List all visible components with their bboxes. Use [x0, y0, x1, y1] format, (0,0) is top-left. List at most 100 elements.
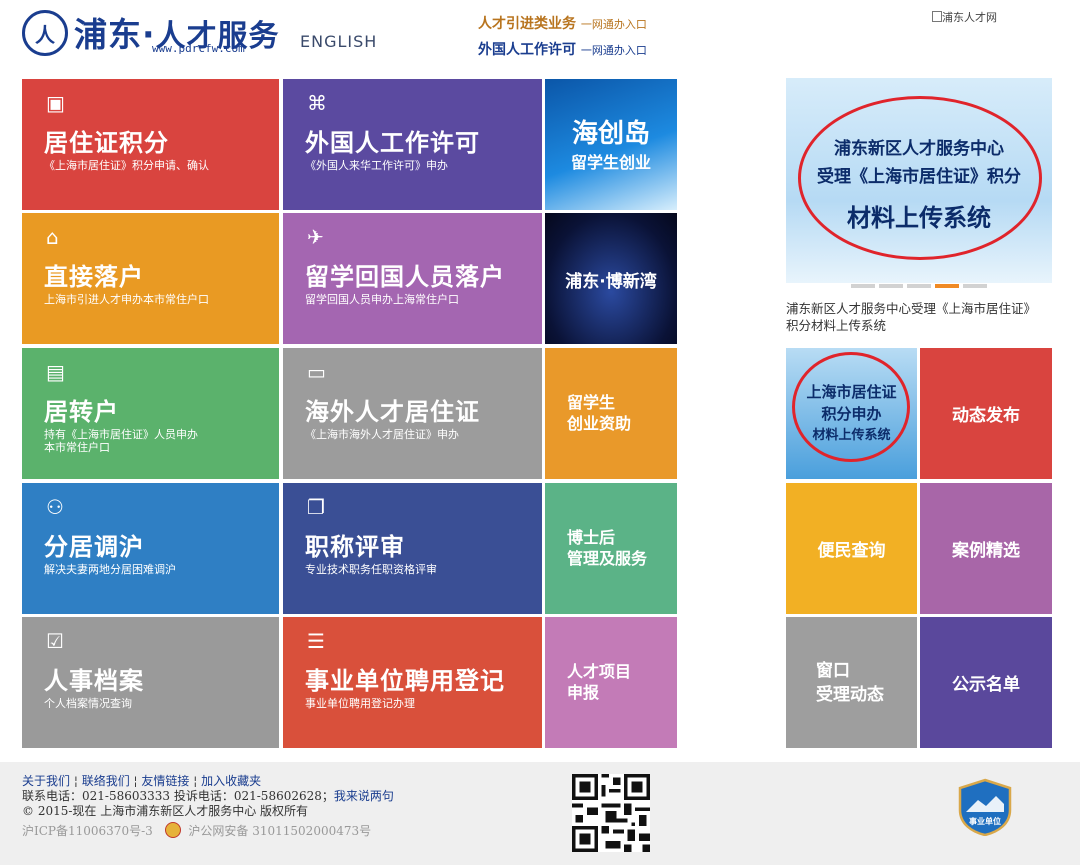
tile-publicity-list[interactable]: 公示名单	[920, 617, 1052, 748]
tile-direct-settlement[interactable]: ⌂ 直接落户 上海市引进人才申办本市常住户口	[22, 213, 279, 344]
footer-links: 关于我们 ¦ 联络我们 ¦ 友情链接 ¦ 加入收藏夹	[22, 774, 262, 788]
feedback-link[interactable]: 我来说两句	[334, 789, 394, 803]
tile-subtitle: 《外国人来华工作许可》申办	[305, 159, 448, 172]
tile-foreign-work-permit[interactable]: ⌘ 外国人工作许可 《外国人来华工作许可》申办	[283, 79, 542, 210]
slider-dot-active[interactable]	[935, 284, 959, 288]
home-icon: ⌂	[46, 225, 59, 249]
tile-subtitle: 个人档案情况查询	[44, 697, 132, 710]
tile-window-updates[interactable]: 窗口 受理动态	[786, 617, 917, 748]
logo-name: 浦东	[74, 15, 142, 54]
id-card-icon: ▣	[46, 91, 65, 115]
tile-subtitle: 事业单位聘用登记办理	[305, 697, 415, 710]
tile-label: 案例精选	[952, 541, 1020, 561]
footer-copyright: © 2015-现在 上海市浦东新区人才服务中心 版权所有	[22, 804, 309, 818]
slider-dot[interactable]	[879, 284, 903, 288]
tile-startup-funding[interactable]: 留学生 创业资助	[545, 348, 677, 479]
airplane-icon: ✈	[307, 225, 324, 249]
haichuangdao-subtitle: 留学生创业	[570, 153, 651, 172]
footer-phone: 联系电话：021-58603333 投诉电话：021-58602628；	[22, 789, 334, 803]
contact-link[interactable]: 联络我们	[82, 774, 130, 788]
police-badge-icon	[164, 822, 181, 838]
friend-links-link[interactable]: 友情链接	[141, 774, 189, 788]
tile-subtitle: 上海市引进人才申办本市常住户口	[44, 293, 209, 306]
tile-overseas-residence[interactable]: ▭ 海外人才居住证 《上海市海外人才居住证》申办	[283, 348, 542, 479]
upload-line1: 上海市居住证	[806, 382, 897, 401]
tile-institution-registration[interactable]: ☰ 事业单位聘用登记 事业单位聘用登记办理	[283, 617, 542, 748]
tile-personnel-archive[interactable]: ☑ 人事档案 个人档案情况查询	[22, 617, 279, 748]
badge-text: 事业单位	[969, 816, 1001, 826]
talent-intro-link[interactable]: 人才引进类业务 一网通办入口	[478, 13, 647, 33]
tile-upload-system[interactable]: 上海市居住证 积分申办 材料上传系统	[786, 348, 917, 479]
boxinwan-title: 浦东·博新湾	[565, 272, 657, 292]
tile-title: 留学回国人员落户	[305, 263, 505, 291]
footer-phone-row: 联系电话：021-58603333 投诉电话：021-58602628；我来说两…	[22, 789, 394, 804]
tile-title: 事业单位聘用登记	[305, 667, 505, 695]
tile-title: 人事档案	[44, 667, 144, 695]
pudong-talent-net-link[interactable]: 浦东人才网	[932, 9, 997, 25]
globe-book-icon: ⌘	[307, 91, 327, 115]
banner-line1: 浦东新区人才服务中心	[834, 139, 1004, 159]
tile-title: 分居调沪	[44, 533, 144, 561]
about-link[interactable]: 关于我们	[22, 774, 70, 788]
haichuangdao-title: 海创岛	[571, 119, 650, 149]
slider-dot[interactable]	[963, 284, 987, 288]
upload-line2: 积分申办	[821, 404, 882, 423]
tile-label: 窗口 受理动态	[816, 660, 884, 705]
open-book-icon: ❐	[307, 495, 325, 519]
tile-label: 便民查询	[817, 541, 886, 561]
tile-subtitle: 解决夫妻两地分居困难调沪	[44, 563, 176, 576]
tile-boxinwan[interactable]: 浦东·博新湾	[545, 213, 677, 344]
upload-line3: 材料上传系统	[812, 427, 891, 443]
police-record-link[interactable]: 沪公网安备 31011502000473号	[188, 824, 371, 838]
english-link[interactable]: ENGLISH	[300, 32, 377, 51]
slider-dot[interactable]	[907, 284, 931, 288]
slider-dot[interactable]	[851, 284, 875, 288]
tile-title: 职称评审	[305, 533, 405, 561]
checkbox-icon: ☑	[46, 629, 64, 653]
tile-subtitle: 《上海市居住证》积分申请、确认	[44, 159, 209, 172]
tile-title: 海外人才居住证	[305, 398, 480, 426]
tile-returnee-settlement[interactable]: ✈ 留学回国人员落户 留学回国人员申办上海常住户口	[283, 213, 542, 344]
tile-residence-to-hukou[interactable]: ▤ 居转户 持有《上海市居住证》人员申办 本市常住户口	[22, 348, 279, 479]
people-icon: ⚇	[46, 495, 64, 519]
tile-spouse-transfer[interactable]: ⚇ 分居调沪 解决夫妻两地分居困难调沪	[22, 483, 279, 614]
tile-case-selection[interactable]: 案例精选	[920, 483, 1052, 614]
tile-title-review[interactable]: ❐ 职称评审 专业技术职务任职资格评审	[283, 483, 542, 614]
logo-mark[interactable]: 人	[22, 10, 68, 56]
tile-label: 博士后 管理及服务	[567, 528, 648, 568]
list-icon: ☰	[307, 629, 325, 653]
tile-title: 外国人工作许可	[305, 129, 480, 157]
tile-subtitle: 《上海市海外人才居住证》申办	[305, 428, 459, 441]
tile-subtitle: 留学回国人员申办上海常住户口	[305, 293, 459, 306]
tile-talent-project[interactable]: 人才项目 申报	[545, 617, 677, 748]
foreign-permit-label: 外国人工作许可	[478, 42, 576, 58]
tile-postdoc[interactable]: 博士后 管理及服务	[545, 483, 677, 614]
banner-line2: 受理《上海市居住证》积分	[817, 167, 1021, 187]
talent-intro-label: 人才引进类业务	[478, 16, 576, 32]
qr-code-icon	[572, 774, 650, 852]
banner-line3: 材料上传系统	[847, 204, 991, 232]
tile-residence-points[interactable]: ▣ 居住证积分 《上海市居住证》积分申请、确认	[22, 79, 279, 210]
logo-url: www.pdrcfw.com	[152, 42, 245, 55]
tile-title: 直接落户	[44, 263, 144, 291]
tile-subtitle: 持有《上海市居住证》人员申办 本市常住户口	[44, 428, 198, 454]
banner-caption[interactable]: 浦东新区人才服务中心受理《上海市居住证》积分材料上传系统	[786, 300, 1048, 334]
tile-convenience-query[interactable]: 便民查询	[786, 483, 917, 614]
broken-image-icon	[932, 11, 942, 22]
tile-title: 居住证积分	[44, 129, 169, 157]
foreign-permit-link[interactable]: 外国人工作许可 一网通办入口	[478, 39, 647, 59]
tile-news[interactable]: 动态发布	[920, 348, 1052, 479]
bookmark-link[interactable]: 加入收藏夹	[201, 774, 261, 788]
footer-icp-row: 沪ICP备11006370号-3 沪公网安备 31011502000473号	[22, 822, 371, 839]
tile-label: 动态发布	[952, 406, 1020, 426]
tile-title: 居转户	[44, 398, 119, 426]
talent-intro-tail: 一网通办入口	[580, 18, 647, 31]
banner-slider[interactable]: 浦东新区人才服务中心 受理《上海市居住证》积分 材料上传系统	[786, 78, 1052, 288]
foreign-permit-tail: 一网通办入口	[580, 44, 647, 57]
tile-label: 公示名单	[952, 675, 1020, 695]
tile-label: 留学生 创业资助	[567, 393, 632, 433]
institution-badge-icon[interactable]: 事业单位	[956, 778, 1014, 836]
building-icon: ▤	[46, 360, 65, 384]
icp-link[interactable]: 沪ICP备11006370号-3	[22, 824, 153, 838]
tile-haichuangdao[interactable]: 海创岛 留学生创业	[545, 79, 677, 210]
